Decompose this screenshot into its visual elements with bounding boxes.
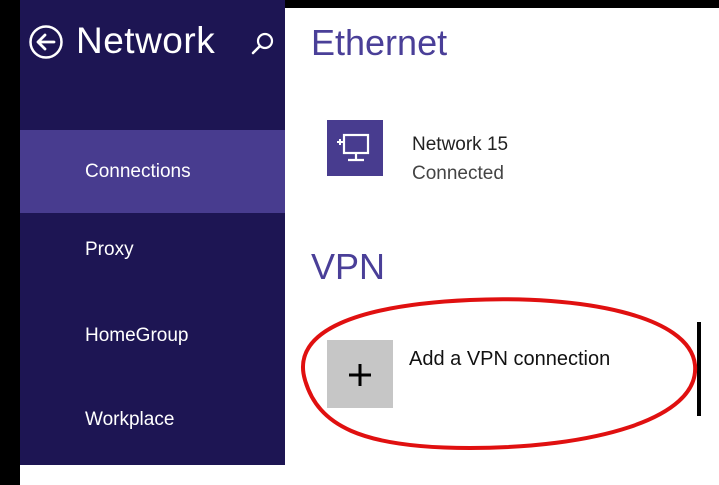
red-ellipse-annotation <box>301 297 698 451</box>
